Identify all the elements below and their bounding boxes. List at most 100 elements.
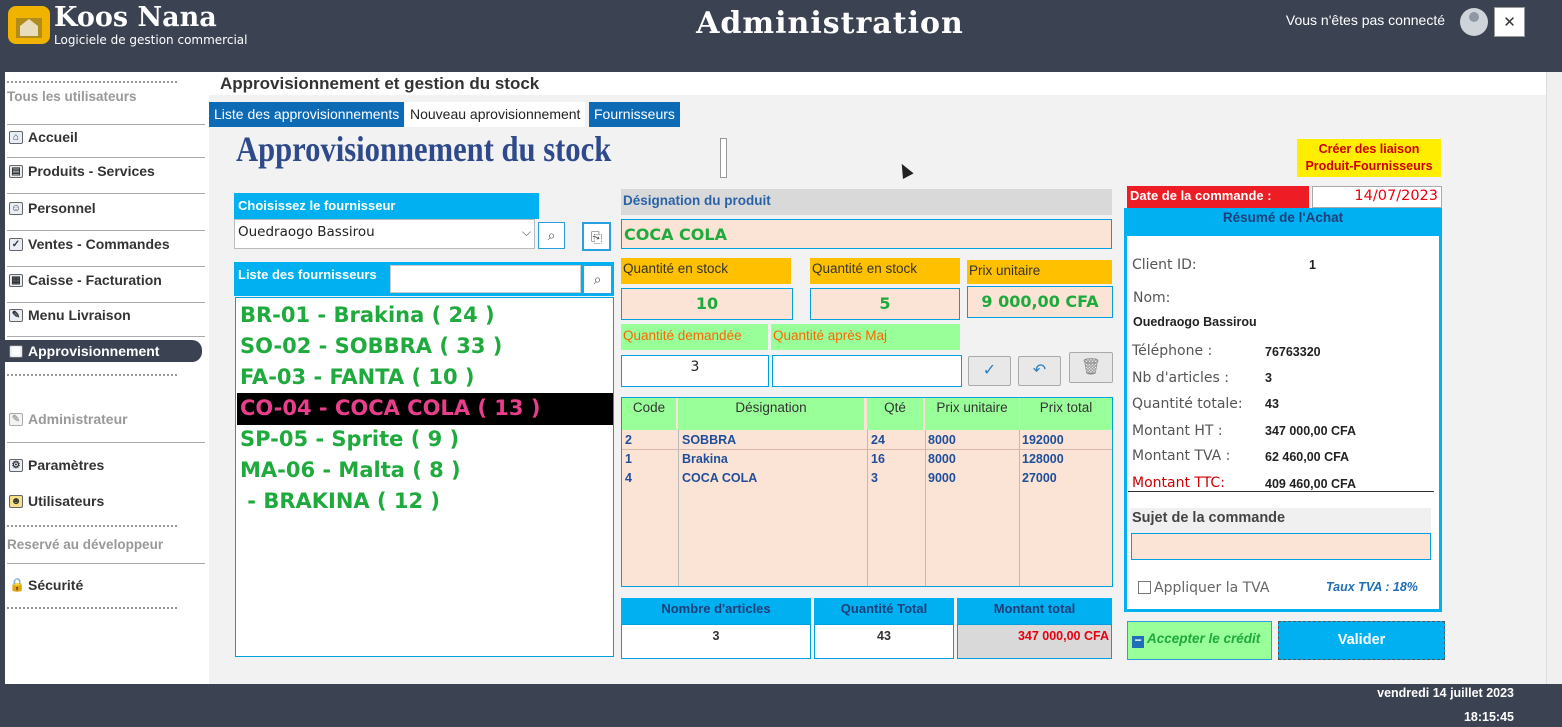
name-label: Nom: (1133, 290, 1171, 306)
supplier-search-button[interactable]: ⌕ (583, 265, 612, 294)
order-date-label: Date de la commande : (1127, 186, 1309, 208)
sidebar-item-livraison[interactable]: ✎ Menu Livraison (9, 304, 131, 326)
minus-icon: − (1132, 634, 1144, 648)
close-button[interactable]: ✕ (1494, 7, 1525, 37)
cell-code: 2 (625, 433, 632, 447)
list-item[interactable]: SO-02 - SOBBRA ( 33 ) (240, 334, 502, 358)
stock-value-1: 10 (621, 288, 793, 320)
sidebar-item-accueil[interactable]: ⌂ Accueil (9, 126, 78, 148)
column-divider (867, 430, 868, 586)
delete-button[interactable]: 🗑 (1069, 352, 1113, 383)
cell-total: 192000 (1022, 433, 1064, 447)
amount-tva-value: 62 460,00 CFA (1265, 450, 1350, 464)
qty-after-input[interactable] (772, 355, 962, 387)
sidebar-item-securite[interactable]: 🔒 Sécurité (9, 574, 83, 596)
page-title: Approvisionnement du stock (236, 129, 612, 169)
delivery-icon: ✎ (9, 308, 23, 322)
summary-divider (1128, 491, 1434, 492)
amount-ht-label: Montant HT : (1132, 423, 1223, 439)
phone-value: 76763320 (1265, 345, 1321, 359)
tab-nouveau-approvisionnement[interactable]: Nouveau aprovisionnement (405, 102, 586, 127)
amount-ht-value: 347 000,00 CFA (1265, 424, 1357, 438)
unit-price-value: 9 000,00 CFA (967, 286, 1113, 318)
accept-credit-label: Accepter le crédit (1147, 631, 1261, 646)
order-subject-input[interactable] (1131, 533, 1431, 560)
app-subtitle: Logiciele de gestion commercial (54, 33, 248, 47)
splitter-handle[interactable] (720, 138, 727, 178)
column-divider (925, 430, 926, 586)
sidebar-item-caisse[interactable]: ▦ Caisse - Facturation (9, 269, 162, 291)
cell-unit: 9000 (928, 471, 956, 485)
sidebar-section-dev: Reservé au développeur (7, 537, 164, 552)
stock-label-1: Quantité en stock (621, 258, 791, 284)
apply-tva-checkbox[interactable] (1138, 581, 1151, 594)
lock-icon: 🔒 (9, 576, 26, 592)
column-divider (678, 430, 679, 586)
section-title: Approvisionnement et gestion du stock (220, 74, 540, 93)
supplier-list[interactable]: BR-01 - Brakina ( 24 ) SO-02 - SOBBRA ( … (235, 297, 614, 657)
accept-credit-toggle[interactable]: − Accepter le crédit (1127, 621, 1272, 660)
apply-tva-label[interactable]: Appliquer la TVA (1154, 580, 1269, 596)
sidebar-separator (7, 525, 177, 527)
list-item-selected[interactable]: CO-04 - COCA COLA ( 13 ) (240, 396, 540, 420)
confirm-button[interactable]: ✓ (968, 356, 1011, 386)
supplier-search-input[interactable] (390, 265, 581, 293)
list-item[interactable]: FA-03 - FANTA ( 10 ) (240, 365, 475, 389)
sidebar-section-admin: ✎ Administrateur (9, 408, 128, 430)
search-supplier-button[interactable]: ⌕ (538, 222, 565, 249)
app-name: Koos Nana (54, 2, 217, 33)
list-item[interactable]: MA-06 - Malta ( 8 ) (240, 458, 461, 482)
list-item[interactable]: BR-01 - Brakina ( 24 ) (240, 303, 495, 327)
qty-requested-input[interactable]: 3 (621, 355, 769, 387)
list-item[interactable]: - BRAKINA ( 12 ) (240, 489, 440, 513)
order-date-field[interactable]: 14/07/2023 (1312, 186, 1442, 208)
logo-icon (8, 6, 50, 44)
total-qty-label: Quantité Total (814, 598, 954, 624)
checkbox-icon: ✓ (9, 237, 23, 251)
avatar-icon[interactable] (1460, 8, 1488, 36)
tab-fournisseurs[interactable]: Fournisseurs (589, 102, 680, 127)
table-header-designation: Désignation (678, 398, 864, 430)
search-icon: ⌕ (547, 227, 556, 243)
list-item[interactable]: SP-05 - Sprite ( 9 ) (240, 427, 459, 451)
sidebar-item-utilisateurs[interactable]: ☻ Utilisateurs (9, 490, 104, 512)
cell-qty: 16 (871, 452, 885, 466)
cell-unit: 8000 (928, 433, 956, 447)
sidebar-item-ventes[interactable]: ✓ Ventes - Commandes (9, 233, 170, 255)
sidebar-divider (7, 230, 205, 231)
supply-icon: ▣ (9, 344, 23, 358)
sidebar-item-approvisionnement[interactable]: ▣ Approvisionnement (9, 340, 159, 362)
personnel-icon: ☺ (9, 201, 23, 215)
undo-button[interactable]: ↶ (1018, 356, 1061, 386)
sidebar-item-produits[interactable]: ▤ Produits - Services (9, 160, 155, 182)
order-lines-table: Code Désignation Qté Prix unitaire Prix … (621, 397, 1113, 587)
chevron-down-icon: ⌵ (521, 225, 531, 239)
client-id-label: Client ID: (1132, 257, 1197, 273)
total-qty-summary-value: 43 (1265, 397, 1279, 411)
name-value: Ouedraogo Bassirou (1133, 315, 1257, 329)
supplier-select-value: Ouedraogo Bassirou (238, 224, 375, 240)
validate-button[interactable]: Valider (1278, 621, 1445, 660)
table-header-code: Code (622, 398, 676, 430)
sidebar-item-personnel[interactable]: ☺ Personnel (9, 197, 96, 219)
tab-liste-approvisionnements[interactable]: Liste des approvisionnements (209, 102, 405, 127)
designation-field[interactable]: COCA COLA (621, 219, 1112, 249)
choose-supplier-label: Choisissez le fournisseur (234, 193, 539, 219)
search-icon: ⌕ (593, 271, 602, 287)
phone-label: Téléphone : (1132, 343, 1213, 359)
cell-designation: COCA COLA (682, 471, 758, 485)
supplier-select[interactable]: Ouedraogo Bassirou ⌵ (234, 219, 535, 249)
refresh-supplier-button[interactable]: ⎘ (582, 222, 611, 251)
create-liaison-button[interactable]: Créer des liaison Produit-Fournisseurs (1297, 139, 1441, 177)
sidebar-item-parametres[interactable]: ⚙ Paramètres (9, 454, 104, 476)
trash-icon: 🗑 (1080, 359, 1102, 376)
sidebar-divider (7, 266, 205, 267)
unit-price-label: Prix unitaire (967, 260, 1112, 284)
scrollbar[interactable] (1546, 72, 1562, 684)
order-subject-label: Sujet de la commande (1130, 508, 1431, 533)
total-qty-summary-label: Quantité totale: (1132, 396, 1243, 412)
table-header-total: Prix total (1020, 398, 1112, 430)
tva-rate-text: Taux TVA : 18% (1326, 580, 1418, 594)
sidebar-divider (7, 442, 205, 443)
nb-articles-value: 3 (1265, 371, 1272, 385)
